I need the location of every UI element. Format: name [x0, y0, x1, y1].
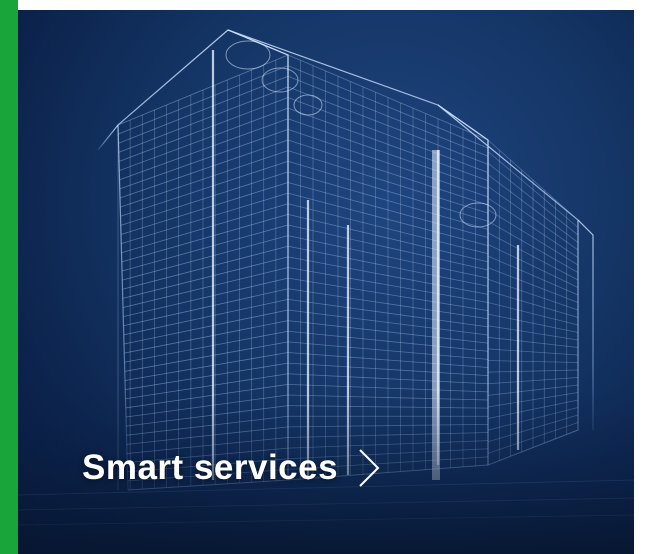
smart-services-card[interactable]: Smart services	[0, 0, 652, 554]
green-accent-bar	[0, 0, 18, 554]
smart-services-link[interactable]: Smart services	[82, 438, 382, 498]
chevron-right-icon	[356, 448, 382, 488]
card-title: Smart services	[82, 448, 339, 487]
